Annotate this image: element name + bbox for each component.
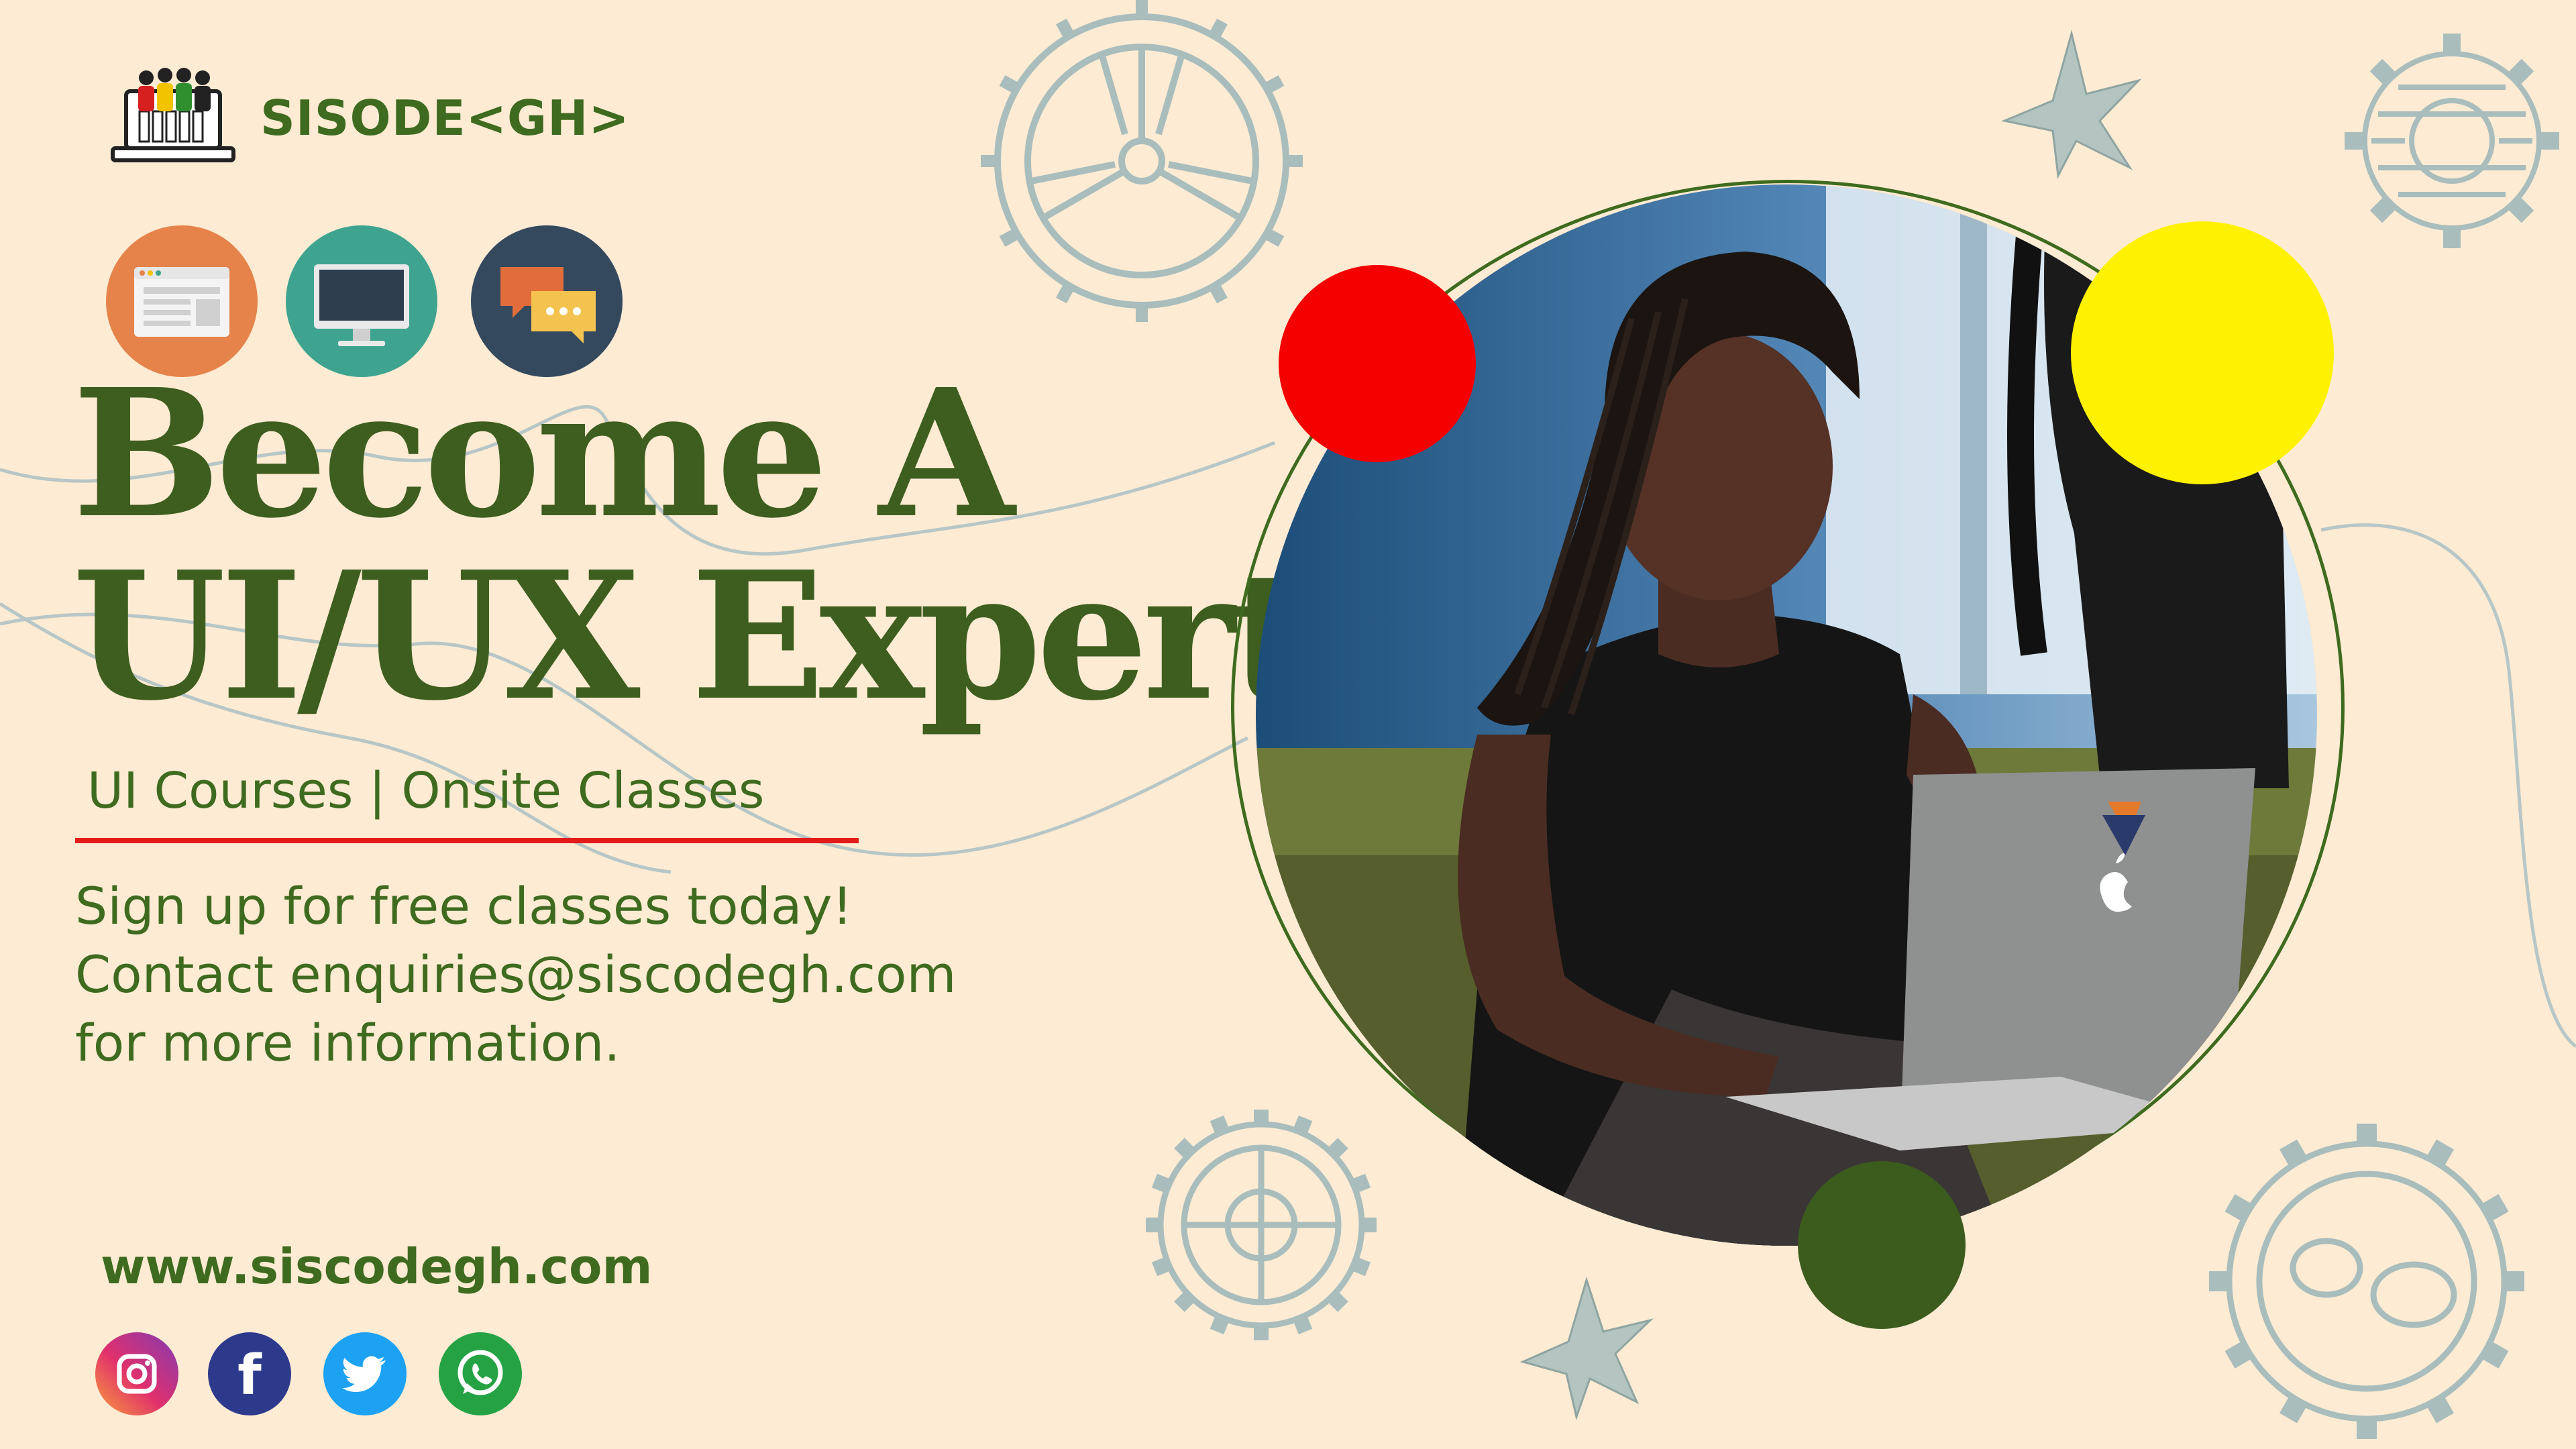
whatsapp-icon: [439, 1332, 522, 1415]
wave-line: [2320, 523, 2576, 1048]
brand-logo[interactable]: SISODE<GH>: [106, 64, 630, 172]
signup-line-2: Contact enquiries@siscodegh.com: [75, 945, 957, 1004]
green-accent-circle: [1798, 1161, 1966, 1329]
website-link[interactable]: www.siscodegh.com: [101, 1238, 653, 1295]
gear-icon: [2345, 34, 2559, 248]
red-accent-circle: [1279, 265, 1476, 462]
whatsapp-link[interactable]: [439, 1332, 522, 1415]
star-icon: [2000, 30, 2142, 180]
gear-icon: [1146, 1110, 1377, 1340]
instagram-link[interactable]: [95, 1332, 178, 1415]
yellow-accent-circle: [2071, 221, 2334, 484]
facebook-letter: f: [237, 1344, 262, 1407]
signup-line-1: Sign up for free classes today!: [75, 876, 853, 936]
headline: Become A UI/UX Expert: [72, 350, 1311, 739]
facebook-icon: f: [208, 1332, 291, 1415]
twitter-link[interactable]: [323, 1332, 407, 1415]
star-icon: [1519, 1276, 1654, 1421]
facebook-link[interactable]: f: [208, 1332, 291, 1415]
headline-line-1: Become A: [72, 350, 1015, 557]
laptop-people-logo-icon: [111, 68, 235, 162]
gear-icon: [2209, 1124, 2524, 1439]
instagram-icon: [95, 1332, 178, 1415]
gear-icon: [981, 0, 1303, 322]
subtitle-underline: [75, 838, 859, 843]
subtitle: UI Courses | Onsite Classes: [87, 762, 765, 820]
signup-line-3: for more information.: [75, 1013, 621, 1073]
twitter-icon: [323, 1332, 407, 1415]
brand-name: SISODE<GH>: [260, 90, 630, 146]
headline-line-2: UI/UX Expert: [72, 533, 1311, 739]
signup-text: Sign up for free classes today! Contact …: [75, 872, 957, 1077]
